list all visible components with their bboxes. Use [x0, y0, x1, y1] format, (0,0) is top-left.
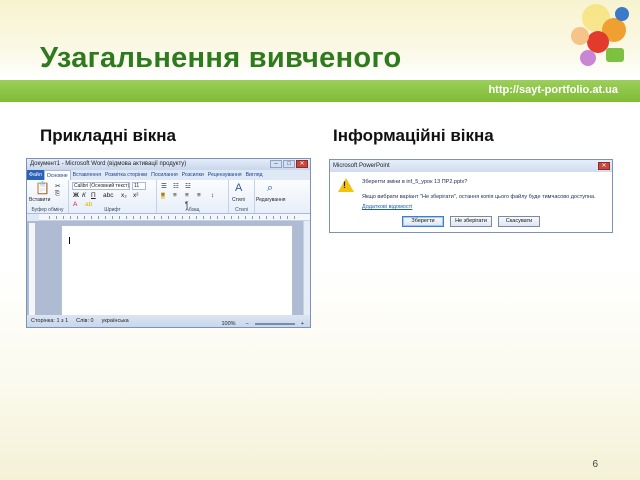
page-number: 6: [592, 459, 598, 470]
align-right-icon[interactable]: ≡: [185, 192, 189, 199]
vertical-ruler: [29, 223, 35, 315]
italic-icon[interactable]: К: [82, 192, 86, 199]
minimize-icon[interactable]: –: [270, 160, 282, 168]
tab-insert[interactable]: Вставлення: [71, 170, 103, 180]
status-bar: Сторінка: 1 з 1 Слів: 0 українська 100% …: [27, 315, 310, 327]
find-icon[interactable]: ⌕: [267, 182, 273, 195]
zoom-level[interactable]: 100%: [217, 318, 239, 327]
line-spacing-icon[interactable]: ↕: [211, 192, 214, 199]
paragraph-group: ☰ ☷ ☳ ≡ ≡ ≡ ≡ ↕ ¶ Абзац: [157, 180, 229, 213]
text-cursor: [69, 237, 70, 244]
font-group-label: Шрифт: [104, 207, 121, 213]
ribbon: 📋 Вставити ✂ ⎘ Буфер обміну Calibri (Осн…: [27, 180, 310, 214]
left-heading: Прикладні вікна: [40, 126, 176, 145]
font-name-box[interactable]: Calibri (Основний текст): [72, 182, 130, 190]
zoom-control[interactable]: 100% − +: [217, 318, 308, 327]
document-page[interactable]: [61, 225, 293, 317]
message-box-screenshot: Microsoft PowerPoint ✕ ! Зберегти зміни …: [329, 159, 613, 233]
site-url: http://sayt-portfolio.at.ua: [488, 84, 618, 96]
tab-layout[interactable]: Розмітка сторінки: [103, 170, 149, 180]
justify-icon[interactable]: ≡: [197, 192, 201, 199]
clipboard-group-label: Буфер обміну: [31, 207, 64, 213]
paste-icon[interactable]: 📋: [35, 181, 50, 195]
styles-group: A Стилі Стилі: [229, 180, 255, 213]
tab-file[interactable]: Файл: [27, 170, 44, 180]
message-box-title: Microsoft PowerPoint: [333, 163, 390, 169]
message-buttons: Зберегти Не зберігати Скасувати: [402, 216, 540, 227]
message-line-2: Якщо вибрати варіант "Не зберігати", ост…: [362, 194, 596, 200]
styles-button[interactable]: Стилі: [232, 197, 245, 203]
more-info-link[interactable]: Додаткові відомості: [362, 204, 412, 210]
word-titlebar: Документ1 - Microsoft Word (відмова акти…: [27, 159, 310, 170]
message-line-1: Зберегти зміни в inf_5_урок 13 ПР2.pptx?: [362, 179, 468, 185]
copy-icon[interactable]: ⎘: [55, 191, 60, 198]
strikethrough-icon[interactable]: abc: [103, 192, 113, 199]
message-box-body: ! Зберегти зміни в inf_5_урок 13 ПР2.ppt…: [330, 172, 612, 232]
close-icon[interactable]: ✕: [296, 160, 308, 168]
tab-mailings[interactable]: Розсилки: [180, 170, 206, 180]
ribbon-tabs: Файл Основне Вставлення Розмітка сторінк…: [27, 170, 310, 180]
message-box-titlebar: Microsoft PowerPoint ✕: [330, 160, 612, 172]
tab-references[interactable]: Посилання: [149, 170, 180, 180]
subscript-icon[interactable]: x₂: [121, 192, 127, 199]
font-size-box[interactable]: 11: [132, 182, 146, 190]
slide-title: Узагальнення вивченого: [40, 42, 402, 74]
zoom-out-icon[interactable]: −: [242, 318, 253, 327]
zoom-slider[interactable]: [254, 323, 295, 325]
tab-home[interactable]: Основне: [43, 170, 71, 180]
vertical-scrollbar[interactable]: [303, 221, 310, 317]
tab-view[interactable]: Вигляд: [244, 170, 265, 180]
align-center-icon[interactable]: ≡: [173, 192, 177, 199]
clipboard-group: 📋 Вставити ✂ ⎘ Буфер обміну: [27, 180, 69, 213]
bold-icon[interactable]: Ж: [73, 192, 79, 199]
dont-save-button[interactable]: Не зберігати: [450, 216, 492, 227]
paste-button[interactable]: Вставити: [29, 197, 50, 203]
superscript-icon[interactable]: x²: [133, 192, 138, 199]
numbering-icon[interactable]: ☷: [173, 182, 179, 190]
align-left-icon[interactable]: ≡: [161, 192, 165, 199]
styles-icon[interactable]: A: [235, 182, 242, 194]
paragraph-group-label: Абзац: [185, 207, 200, 213]
document-area: [27, 221, 310, 317]
save-button[interactable]: Зберегти: [402, 216, 444, 227]
status-language[interactable]: українська: [98, 315, 133, 327]
cut-icon[interactable]: ✂: [55, 182, 60, 190]
warning-icon: [338, 178, 354, 192]
status-words[interactable]: Слів: 0: [72, 315, 97, 327]
tab-review[interactable]: Рецензування: [206, 170, 244, 180]
status-page[interactable]: Сторінка: 1 з 1: [27, 315, 72, 327]
maximize-icon[interactable]: □: [283, 160, 295, 168]
right-heading: Інформаційні вікна: [333, 126, 494, 145]
word-window-screenshot: Документ1 - Microsoft Word (відмова акти…: [26, 158, 311, 328]
cancel-button[interactable]: Скасувати: [498, 216, 540, 227]
kids-illustration-icon: [571, 4, 629, 66]
zoom-in-icon[interactable]: +: [297, 318, 308, 327]
word-title: Документ1 - Microsoft Word (відмова акти…: [30, 161, 187, 167]
underline-icon[interactable]: П: [91, 192, 96, 199]
horizontal-ruler: [39, 214, 310, 221]
editing-button[interactable]: Редагування: [256, 197, 285, 203]
styles-group-label: Стилі: [235, 207, 248, 213]
warning-mark: !: [343, 180, 346, 190]
close-icon[interactable]: ✕: [598, 162, 610, 170]
multilevel-icon[interactable]: ☳: [185, 182, 191, 190]
editing-group: ⌕ Редагування: [255, 180, 295, 213]
font-group: Calibri (Основний текст) 11 Ж К П abc x₂…: [69, 180, 157, 213]
bullets-icon[interactable]: ☰: [161, 182, 167, 190]
